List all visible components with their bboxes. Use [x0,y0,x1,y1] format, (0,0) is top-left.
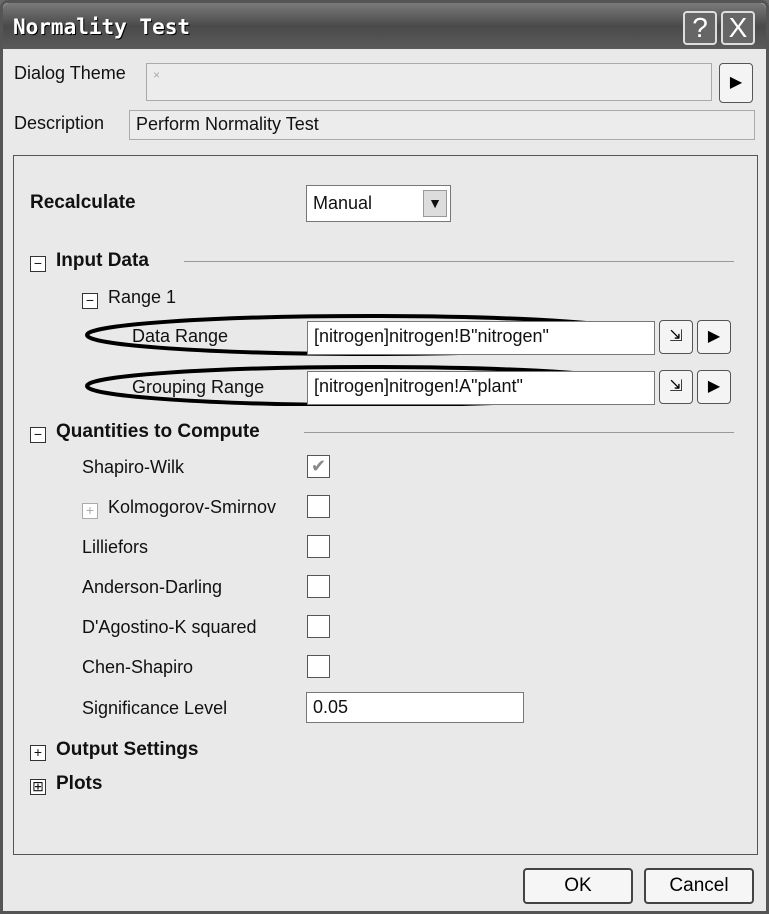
quantities-section[interactable]: − Quantities to Compute [30,421,260,443]
select-range-button[interactable]: ⇲ [659,370,693,404]
cancel-button[interactable]: Cancel [644,868,754,904]
dagostino-checkbox[interactable] [307,615,330,638]
output-settings-label: Output Settings [56,739,199,760]
chen-shapiro-label: Chen-Shapiro [82,657,194,677]
dialog-theme-label: Dialog Theme [14,63,126,83]
ok-button[interactable]: OK [523,868,633,904]
input-data-section[interactable]: − Input Data [30,250,149,272]
recalculate-value: Manual [313,193,373,213]
data-range-label: Data Range [132,326,229,346]
expand-icon[interactable]: + [82,503,98,519]
input-data-label: Input Data [56,250,149,271]
anderson-darling-label: Anderson-Darling [82,577,223,597]
close-button[interactable]: X [721,11,755,45]
description-label: Description [14,113,105,133]
output-settings-section[interactable]: + Output Settings [30,739,198,761]
expand-icon[interactable]: ⊞ [30,779,46,795]
significance-level-input[interactable]: 0.05 [306,692,524,723]
range-menu-button[interactable]: ▶ [697,320,731,354]
significance-level-label: Significance Level [82,698,228,718]
plots-label: Plots [56,773,103,794]
chen-shapiro-checkbox[interactable] [307,655,330,678]
window-title: Normality Test [13,15,191,39]
chevron-down-icon[interactable]: ▼ [423,190,447,217]
recalculate-dropdown[interactable]: Manual ▼ [306,185,451,222]
kolmogorov-smirnov-checkbox[interactable] [307,495,330,518]
shapiro-wilk-label: Shapiro-Wilk [82,457,185,477]
normality-test-dialog: Normality Test ? X Dialog Theme × ▶ Desc… [0,0,769,914]
arrow-right-icon: ▶ [729,74,743,91]
divider [304,432,734,433]
collapse-icon[interactable]: − [30,427,46,443]
quantities-label: Quantities to Compute [56,421,260,442]
dialog-theme-field[interactable]: × [146,63,712,101]
select-range-button[interactable]: ⇲ [659,320,693,354]
range-select-icon: ⇲ [669,328,683,345]
shapiro-wilk-checkbox[interactable]: ✔ [307,455,330,478]
expand-icon[interactable]: + [30,745,46,761]
plots-section[interactable]: ⊞ Plots [30,773,102,795]
dagostino-label: D'Agostino-K squared [82,617,257,637]
kolmogorov-smirnov-label[interactable]: + Kolmogorov-Smirnov [82,497,276,519]
settings-panel: Recalculate Manual ▼ − Input Data − Range … [13,155,758,855]
range-1-node[interactable]: − Range 1 [82,287,176,309]
grouping-range-label: Grouping Range [132,377,265,397]
divider [184,261,734,262]
arrow-right-icon: ▶ [707,328,721,345]
lilliefors-label: Lilliefors [82,537,149,557]
kolmogorov-smirnov-text: Kolmogorov-Smirnov [108,497,277,517]
data-range-input[interactable]: [nitrogen]nitrogen!B"nitrogen" [307,321,655,355]
grouping-range-input[interactable]: [nitrogen]nitrogen!A"plant" [307,371,655,405]
title-bar: Normality Test ? X [3,3,766,49]
description-field: Perform Normality Test [129,110,755,140]
range-select-icon: ⇲ [669,378,683,395]
anderson-darling-checkbox[interactable] [307,575,330,598]
collapse-icon[interactable]: − [82,293,98,309]
theme-menu-button[interactable]: ▶ [719,63,753,103]
collapse-icon[interactable]: − [30,256,46,272]
recalculate-label: Recalculate [30,192,136,213]
arrow-right-icon: ▶ [707,378,721,395]
range-1-label: Range 1 [108,287,177,307]
lilliefors-checkbox[interactable] [307,535,330,558]
help-button[interactable]: ? [683,11,717,45]
range-menu-button[interactable]: ▶ [697,370,731,404]
